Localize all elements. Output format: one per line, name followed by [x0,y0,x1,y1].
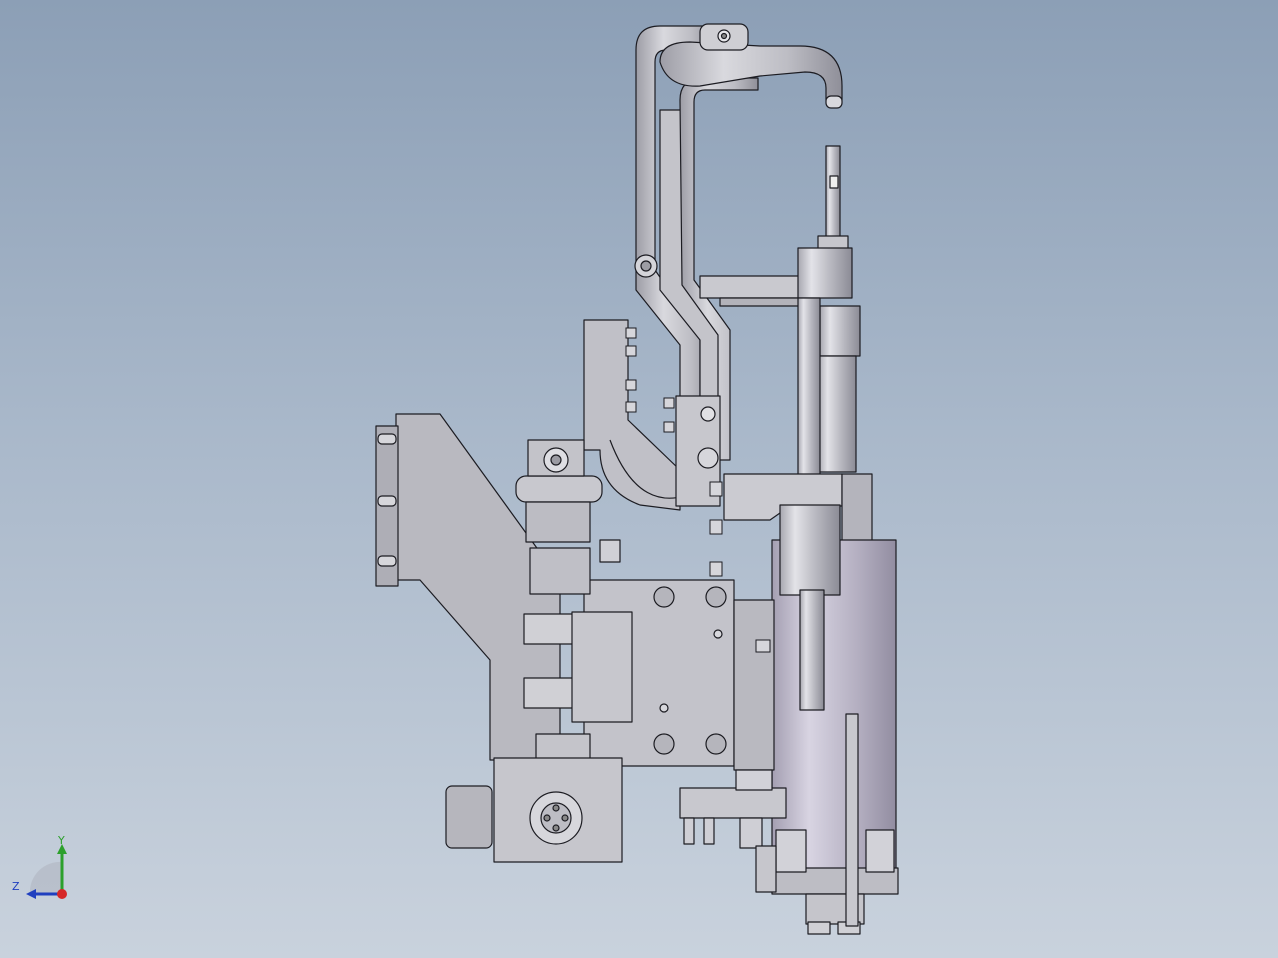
bracket-stud-1 [377,433,397,445]
view-orientation-triad: Y Z [10,834,82,906]
upper-electrode-cap [825,95,843,109]
roller-block [515,475,603,503]
cad-graphics-viewport[interactable]: Y Z [0,0,1278,958]
block-bolt-3 [653,733,675,755]
axis-triad-icon [26,844,67,899]
piston-rod [825,145,841,239]
block-bolt-2 [705,586,727,608]
vertical-strap [845,713,859,927]
knurled-knob [445,785,493,849]
cylinder-head [797,247,853,299]
block-bolt-1 [653,586,675,608]
bracket-stud-2 [377,495,397,507]
block-bolt-4 [705,733,727,755]
y-axis-label: Y [58,834,65,847]
bracket-stud-3 [377,555,397,567]
z-axis-label: Z [12,880,20,893]
welding-gun-assembly-model[interactable] [0,0,1278,958]
lower-carriage [679,787,787,819]
